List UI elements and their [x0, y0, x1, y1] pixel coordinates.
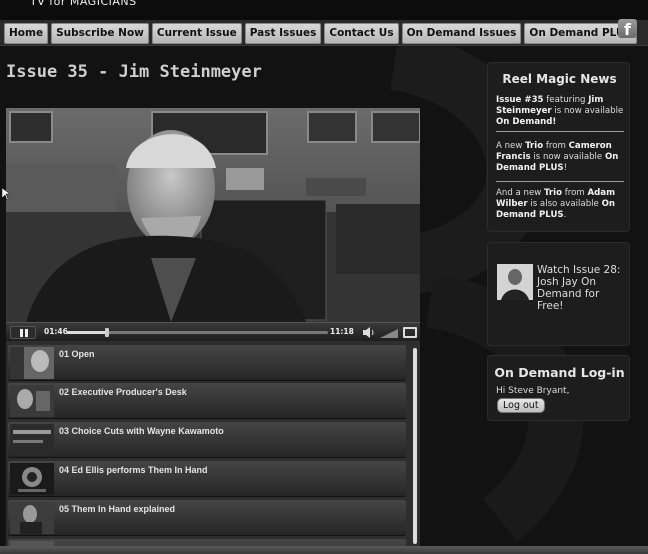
chapter-thumbnail	[10, 502, 54, 534]
playlist-item[interactable]: 01 Open	[8, 345, 406, 381]
playlist-item[interactable]: 05 Them In Hand explained	[8, 500, 406, 536]
nav-current-issue-button[interactable]: Current Issue	[151, 23, 242, 44]
pause-icon[interactable]	[10, 326, 36, 339]
volume-icon[interactable]	[362, 326, 376, 339]
facebook-icon[interactable]: f	[618, 19, 637, 38]
nav-contact-button[interactable]: Contact Us	[324, 23, 399, 44]
promo-thumbnail[interactable]	[497, 264, 533, 300]
main-nav: Home Subscribe Now Current Issue Past Is…	[4, 23, 638, 44]
elapsed-time: 01:46	[44, 327, 68, 336]
playlist-item-label: 01 Open	[59, 349, 95, 359]
fullscreen-icon[interactable]	[403, 327, 417, 338]
promo-link[interactable]: Watch Issue 28: Josh Jay On Demand for F…	[537, 264, 629, 312]
playlist-item[interactable]: 02 Executive Producer's Desk	[8, 383, 406, 419]
playlist-item[interactable]	[8, 539, 406, 546]
news-item-issue[interactable]: Issue #35 featuring Jim Steinmeyer is no…	[496, 95, 624, 128]
news-divider	[496, 131, 624, 132]
chapter-thumbnail	[10, 424, 54, 456]
nav-home-button[interactable]: Home	[4, 23, 49, 44]
playlist-item-label: 05 Them In Hand explained	[59, 504, 176, 514]
news-item-trio-adam[interactable]: And a new Trio from Adam Wilber is also …	[496, 188, 624, 221]
news-divider	[496, 181, 624, 182]
header-strip: TV for MAGICIANS	[0, 0, 648, 20]
nav-past-issues-button[interactable]: Past Issues	[244, 23, 322, 44]
playlist-scrollbar[interactable]	[413, 348, 417, 544]
chapter-thumbnail	[10, 385, 54, 417]
video-still	[6, 108, 420, 322]
nav-subscribe-button[interactable]: Subscribe Now	[51, 23, 149, 44]
playlist-item-label: 04 Ed Ellis performs Them In Hand	[59, 465, 208, 475]
login-panel: On Demand Log-in Hi Steve Bryant, Log ou…	[487, 355, 630, 421]
playlist-item[interactable]: 04 Ed Ellis performs Them In Hand	[8, 461, 406, 497]
chapter-playlist: 01 Open 02 Executive Producer's Desk 03 …	[6, 341, 420, 546]
playlist-item[interactable]: 03 Choice Cuts with Wayne Kawamoto	[8, 422, 406, 458]
seek-handle[interactable]	[105, 328, 109, 337]
news-heading: Reel Magic News	[502, 72, 617, 86]
video-frame[interactable]	[6, 108, 420, 322]
news-panel: Reel Magic News Issue #35 featuring Jim …	[487, 62, 630, 232]
site-logo[interactable]: TV for MAGICIANS	[30, 0, 137, 8]
news-item-trio-cameron[interactable]: A new Trio from Cameron Francis is now a…	[496, 141, 624, 174]
seek-progress	[66, 331, 107, 334]
chapter-thumbnail	[10, 347, 54, 379]
volume-level[interactable]	[380, 327, 398, 338]
logout-button[interactable]: Log out	[497, 398, 545, 413]
user-greeting: Hi Steve Bryant,	[496, 386, 570, 396]
page-title: Issue 35 - Jim Steinmeyer	[6, 62, 262, 82]
promo-panel[interactable]: Watch Issue 28: Josh Jay On Demand for F…	[487, 242, 630, 346]
window-bottom-edge	[0, 546, 648, 554]
playlist-item-label: 03 Choice Cuts with Wayne Kawamoto	[59, 426, 224, 436]
duration-time: 11:18	[330, 327, 354, 336]
video-controls: 01:46 11:18	[6, 322, 420, 341]
login-heading: On Demand Log-in	[494, 365, 625, 380]
chapter-thumbnail	[10, 463, 54, 495]
nav-on-demand-issues-button[interactable]: On Demand Issues	[401, 23, 522, 44]
playlist-item-label: 02 Executive Producer's Desk	[59, 387, 187, 397]
mouse-cursor-icon	[2, 188, 10, 200]
